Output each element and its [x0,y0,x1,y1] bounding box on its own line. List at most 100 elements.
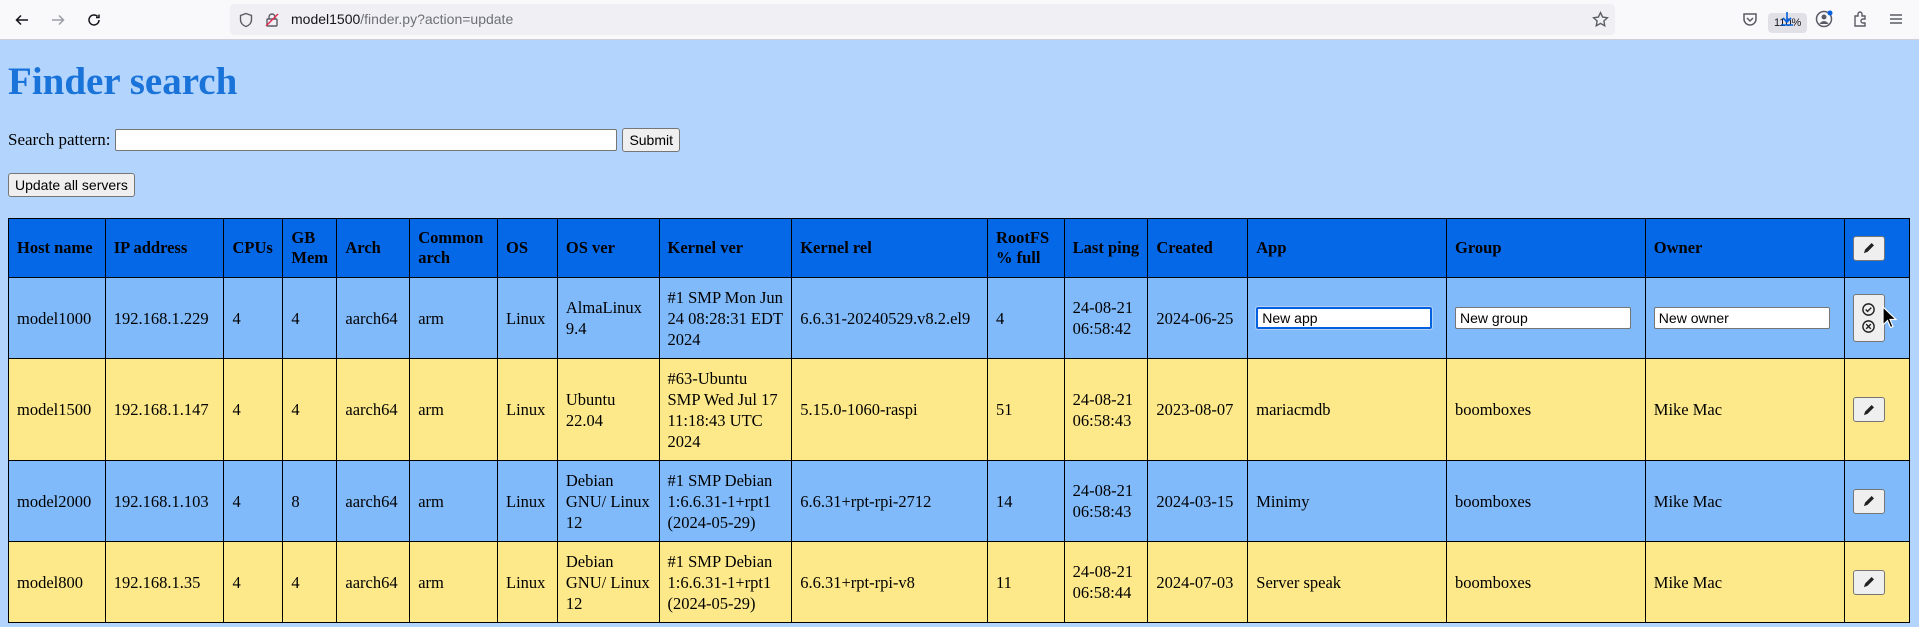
page-title: Finder search [8,60,238,103]
header-common-arch: Common arch [409,218,498,278]
update-all-servers-button[interactable]: Update all servers [8,173,135,197]
cell-os: Linux [497,541,558,623]
cell-owner: Mike Mac [1644,358,1845,461]
cell-os-ver: Ubuntu 22.04 [556,358,660,461]
cell-group [1446,277,1646,359]
header-rootfs-full: RootFS % full [986,218,1065,278]
cell-actions [1843,358,1911,461]
reload-icon[interactable] [82,8,106,32]
url-text[interactable]: model1500/finder.py?action=update [291,11,513,27]
search-form: Search pattern: Submit [8,127,681,153]
cell-owner: Mike Mac [1644,460,1845,542]
cell-app: Minimy [1247,460,1448,542]
header-gb-mem: GB Mem [282,218,338,278]
cell-kernel-rel: 5.15.0-1060-raspi [791,358,988,461]
cell-gb-mem: 4 [282,277,338,359]
submit-button[interactable]: Submit [622,128,681,152]
table-row: model2000 192.168.1.103 4 8 aarch64 arm … [8,460,1911,542]
cell-host-name: model1000 [8,277,106,359]
cell-os: Linux [497,277,558,359]
search-label: Search pattern: [8,130,111,149]
app-input[interactable] [1255,306,1434,330]
cell-ip-address: 192.168.1.103 [104,460,225,542]
cell-arch: aarch64 [336,541,411,623]
insecure-lock-icon[interactable] [264,12,280,28]
extensions-icon[interactable] [1850,9,1870,29]
cell-actions [1843,277,1911,359]
cell-kernel-rel: 6.6.31-20240529.v8.2.el9 [791,277,988,359]
cell-kernel-rel: 6.6.31+rpt-rpi-2712 [791,460,988,542]
save-check-icon[interactable] [1861,302,1876,317]
cell-host-name: model2000 [8,460,106,542]
table-header-row: Host name IP address CPUs GB Mem Arch Co… [8,218,1911,278]
cell-arch: aarch64 [336,460,411,542]
cell-group: boomboxes [1446,358,1646,461]
pencil-icon [1863,404,1874,415]
bookmark-star-icon[interactable] [1592,10,1609,28]
pencil-icon [1863,577,1874,588]
edit-row-button[interactable] [1852,569,1885,595]
header-ip-address: IP address [104,218,225,278]
cell-created: 2024-03-15 [1147,460,1249,542]
cell-os: Linux [497,358,558,461]
cell-actions [1843,541,1911,623]
back-arrow-icon[interactable] [10,8,34,32]
owner-input[interactable] [1653,307,1830,329]
cell-ip-address: 192.168.1.35 [104,541,225,623]
edit-row-button[interactable] [1852,488,1885,514]
address-bar[interactable]: model1500/finder.py?action=update 110% [230,4,1808,35]
cell-cpus: 4 [223,460,284,542]
group-input[interactable] [1455,307,1632,329]
cell-created: 2024-07-03 [1147,541,1249,623]
cell-app: mariacmdb [1247,358,1448,461]
tracking-shield-icon[interactable] [238,12,254,28]
cancel-x-icon[interactable] [1861,319,1876,334]
cell-last-ping: 24-08-21 06:58:44 [1063,541,1149,623]
cell-gb-mem: 4 [282,358,338,461]
search-input[interactable] [115,129,618,151]
table-row: model1500 192.168.1.147 4 4 aarch64 arm … [8,358,1911,461]
cell-created: 2024-06-25 [1147,277,1249,359]
downloads-icon[interactable] [1777,9,1797,29]
cell-kernel-ver: #63-Ubuntu SMP Wed Jul 17 11:18:43 UTC 2… [658,358,793,461]
cell-rootfs-full: 51 [986,358,1065,461]
cell-rootfs-full: 4 [986,277,1065,359]
header-kernel-ver: Kernel ver [658,218,793,278]
cell-created: 2023-08-07 [1147,358,1249,461]
cell-common-arch: arm [409,277,498,359]
pencil-icon [1863,496,1874,507]
menu-hamburger-icon[interactable] [1886,9,1906,29]
cell-app [1247,277,1448,359]
cell-arch: aarch64 [336,277,411,359]
header-edit-button[interactable] [1852,235,1885,261]
cell-ip-address: 192.168.1.229 [104,277,225,359]
header-kernel-rel: Kernel rel [791,218,988,278]
cell-arch: aarch64 [336,358,411,461]
cell-host-name: model1500 [8,358,106,461]
cell-os-ver: Debian GNU/ Linux 12 [556,460,660,542]
table-row: model1000 192.168.1.229 4 4 aarch64 arm … [8,277,1911,359]
cell-rootfs-full: 14 [986,460,1065,542]
cell-kernel-ver: #1 SMP Debian 1:6.6.31-1+rpt1 (2024-05-2… [658,460,793,542]
account-icon[interactable] [1814,9,1834,29]
cell-owner [1644,277,1845,359]
forward-arrow-icon[interactable] [46,8,70,32]
edit-row-button[interactable] [1852,397,1885,422]
mouse-pointer-icon [1882,306,1898,329]
cell-last-ping: 24-08-21 06:58:43 [1063,358,1149,461]
header-app: App [1247,218,1448,278]
save-cancel-group [1852,294,1885,342]
header-host-name: Host name [8,218,106,278]
pocket-icon[interactable] [1740,9,1760,29]
table-row: model800 192.168.1.35 4 4 aarch64 arm Li… [8,541,1911,623]
cell-common-arch: arm [409,358,498,461]
servers-table: Host name IP address CPUs GB Mem Arch Co… [8,218,1911,623]
cell-kernel-ver: #1 SMP Mon Jun 24 08:28:31 EDT 2024 [658,277,793,359]
cell-common-arch: arm [409,541,498,623]
cell-host-name: model800 [8,541,106,623]
pencil-icon [1863,243,1874,254]
header-last-ping: Last ping [1063,218,1149,278]
cell-owner: Mike Mac [1644,541,1845,623]
header-arch: Arch [336,218,411,278]
cell-cpus: 4 [223,541,284,623]
